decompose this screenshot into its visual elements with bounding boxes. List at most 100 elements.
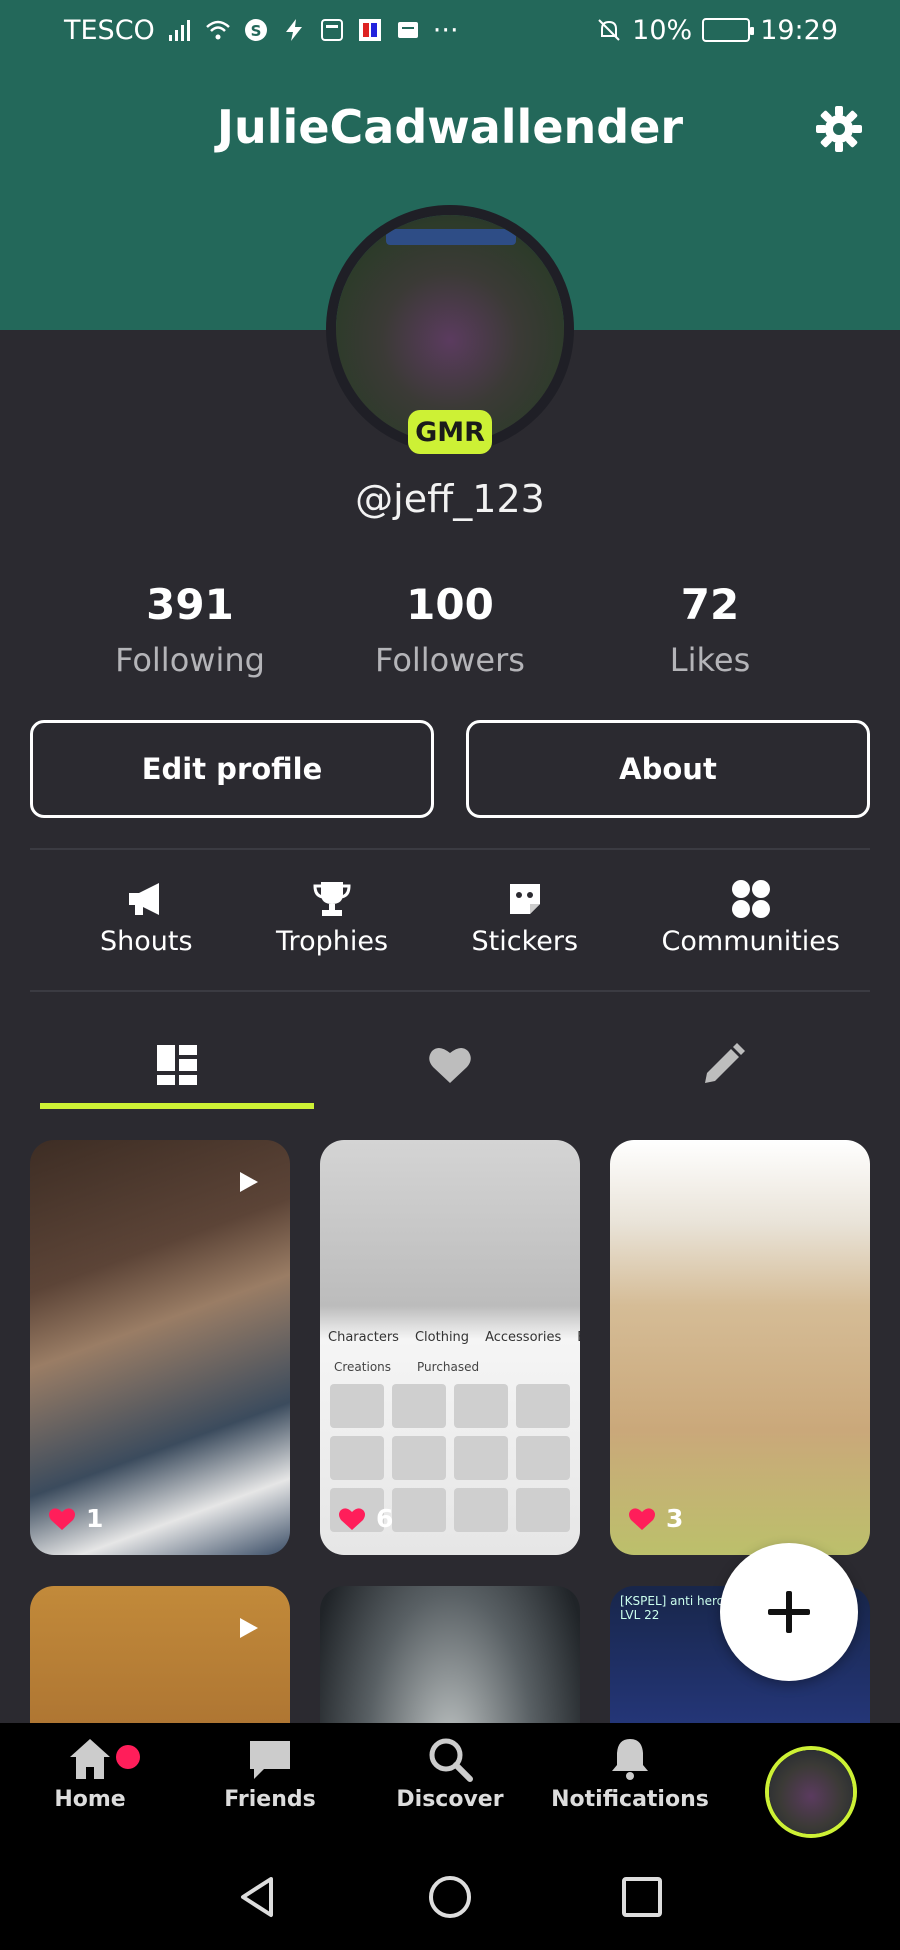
nav-label: Home	[54, 1787, 126, 1812]
overlay-line: LVL 22	[620, 1608, 660, 1622]
app-icon	[320, 19, 343, 41]
stat-label: Following	[115, 641, 265, 679]
more-icons: ···	[432, 14, 459, 46]
nav-discover[interactable]: Discover	[360, 1735, 540, 1812]
post-card[interactable]: 1	[30, 1140, 290, 1555]
heart-icon	[49, 1507, 75, 1530]
profile-stats: 391 Following 100 Followers 72 Likes	[60, 580, 840, 679]
stat-likes[interactable]: 72 Likes	[580, 580, 840, 679]
heart-icon	[629, 1507, 655, 1530]
stat-value: 100	[406, 580, 494, 629]
screenshot-tab: Characters	[328, 1330, 399, 1345]
message-icon	[397, 22, 418, 38]
feature-label: Trophies	[276, 926, 389, 957]
likes-count: 3	[666, 1504, 684, 1533]
notification-dot	[116, 1745, 140, 1769]
home-icon	[70, 1739, 110, 1779]
nav-label: Discover	[396, 1787, 504, 1812]
pencil-icon	[705, 1043, 745, 1083]
divider	[30, 990, 870, 992]
svg-text:S: S	[250, 22, 261, 40]
post-card[interactable]: Characters Clothing Accessories E Creati…	[320, 1140, 580, 1555]
post-screenshot-subtabs: Creations Purchased	[334, 1360, 479, 1374]
trophy-icon	[313, 882, 351, 916]
battery-icon	[702, 18, 755, 42]
active-tab-indicator	[40, 1103, 314, 1109]
tab-liked[interactable]	[313, 1020, 587, 1110]
status-bar: TESCO S ··· 10% 19:29	[0, 0, 900, 60]
search-icon	[429, 1738, 473, 1782]
post-likes: 6	[338, 1504, 393, 1533]
post-card[interactable]: 3	[610, 1140, 870, 1555]
nav-label: Friends	[224, 1787, 316, 1812]
profile-title: JulieCadwallender	[216, 100, 684, 154]
carrier-label: TESCO	[64, 14, 155, 46]
stat-label: Followers	[375, 641, 525, 679]
screenshot-subtab: Creations	[334, 1360, 392, 1374]
likes-count: 1	[86, 1504, 104, 1533]
feature-label: Communities	[661, 926, 840, 957]
feature-label: Shouts	[100, 926, 193, 957]
stat-label: Likes	[669, 641, 751, 679]
gmr-badge: GMR	[408, 410, 492, 454]
post-overlay-text: [KSPEL] anti hero LVL 22	[620, 1594, 724, 1622]
screenshot-tab: E	[577, 1330, 580, 1345]
back-icon[interactable]	[233, 1873, 281, 1921]
stat-value: 391	[146, 580, 234, 629]
tab-posts[interactable]	[40, 1020, 314, 1110]
heart-icon	[429, 1047, 471, 1083]
nav-home[interactable]: Home	[0, 1735, 180, 1812]
wifi-icon	[205, 20, 230, 40]
screenshot-tab: Accessories	[485, 1330, 562, 1345]
grid-dots-icon	[731, 880, 770, 918]
feature-communities[interactable]: Communities	[662, 878, 840, 957]
feature-label: Stickers	[471, 926, 579, 957]
skype-icon: S	[244, 19, 267, 41]
nav-notifications[interactable]: Notifications	[540, 1735, 720, 1812]
feature-trophies[interactable]: Trophies	[276, 878, 388, 957]
edit-profile-button[interactable]: Edit profile	[30, 720, 434, 818]
create-post-button[interactable]	[720, 1543, 858, 1681]
recents-icon[interactable]	[618, 1873, 666, 1921]
nav-label: Notifications	[551, 1787, 709, 1812]
stat-followers[interactable]: 100 Followers	[320, 580, 580, 679]
sticker-icon	[509, 884, 540, 914]
bell-icon	[612, 1739, 648, 1780]
home-circle-icon[interactable]	[426, 1873, 474, 1921]
tab-drafts[interactable]	[586, 1020, 860, 1110]
post-likes: 1	[48, 1504, 103, 1533]
profile-handle: @jeff_123	[355, 477, 545, 521]
clock: 19:29	[760, 14, 838, 46]
game-icon	[358, 19, 381, 41]
play-icon	[240, 1618, 258, 1638]
content-tabs	[0, 1020, 900, 1110]
stat-following[interactable]: 391 Following	[60, 580, 320, 679]
overlay-line: [KSPEL] anti hero	[620, 1594, 724, 1608]
stat-value: 72	[680, 580, 740, 629]
feature-shouts[interactable]: Shouts	[100, 878, 193, 957]
chat-bubble-icon	[250, 1741, 290, 1779]
feature-stickers[interactable]: Stickers	[471, 878, 579, 957]
megaphone-icon	[129, 883, 160, 915]
heart-icon	[339, 1507, 365, 1530]
signal-icon	[168, 20, 190, 41]
about-button[interactable]: About	[466, 720, 870, 818]
posts-grid-icon	[157, 1045, 197, 1085]
bolt-icon	[285, 19, 302, 41]
post-screenshot-tabs: Characters Clothing Accessories E	[328, 1330, 580, 1345]
system-nav-bar	[0, 1843, 900, 1950]
likes-count: 6	[376, 1504, 394, 1533]
nav-friends[interactable]: Friends	[180, 1735, 360, 1812]
bottom-nav: Home Friends Discover Notifications	[0, 1723, 900, 1843]
mute-bell-icon	[598, 19, 620, 41]
screenshot-subtab: Purchased	[417, 1360, 480, 1374]
screenshot-tab: Clothing	[414, 1330, 470, 1345]
divider	[30, 848, 870, 850]
plus-icon	[768, 1591, 810, 1633]
battery-percent: 10%	[632, 14, 693, 46]
post-likes: 3	[628, 1504, 683, 1533]
feature-row: Shouts Trophies Stickers Communities	[100, 878, 840, 957]
nav-profile-avatar[interactable]	[765, 1746, 857, 1838]
gear-icon[interactable]	[814, 104, 864, 154]
play-icon	[240, 1172, 258, 1192]
